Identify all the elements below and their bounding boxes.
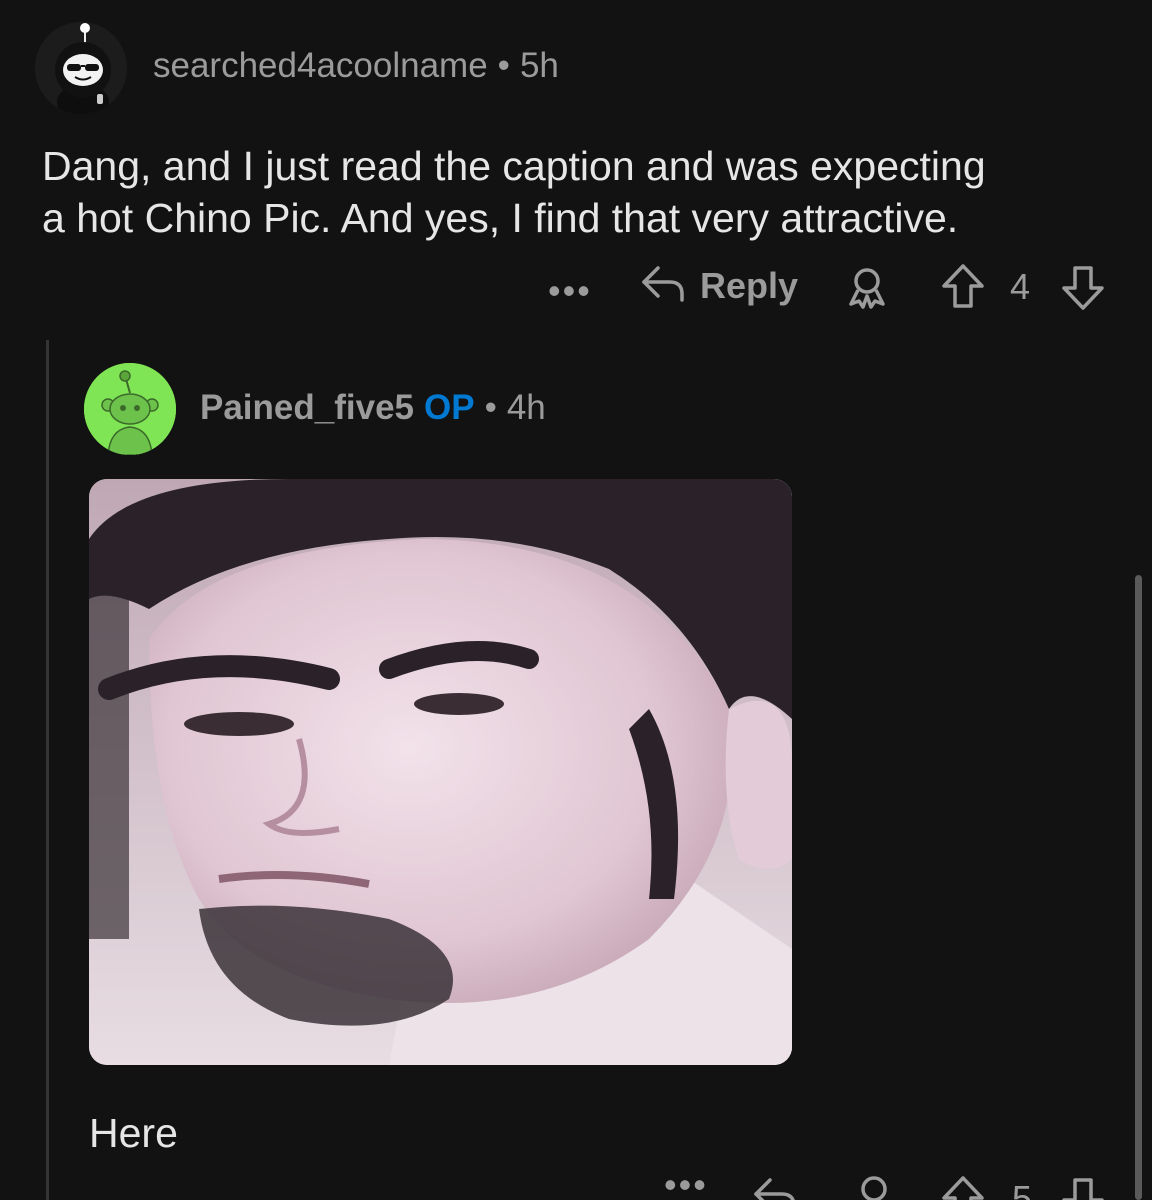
meta-separator: • bbox=[484, 388, 497, 427]
scrollbar[interactable] bbox=[1135, 575, 1142, 1200]
reply-label: Reply bbox=[700, 264, 799, 306]
snoo-sunglasses-avatar-icon bbox=[35, 22, 127, 114]
upvote-icon[interactable] bbox=[940, 1174, 986, 1200]
comment-text-line: a hot Chino Pic. And yes, I find that ve… bbox=[42, 195, 959, 241]
upvote-icon[interactable] bbox=[940, 262, 986, 317]
reply-arrow-icon[interactable] bbox=[752, 1174, 798, 1200]
vote-count: 5 bbox=[1012, 1178, 1033, 1200]
timestamp: 4h bbox=[506, 388, 546, 427]
user-avatar[interactable] bbox=[84, 363, 176, 455]
comment-body: Dang, and I just read the caption and wa… bbox=[42, 140, 1122, 244]
snoo-green-avatar-icon bbox=[84, 363, 176, 455]
downvote-icon[interactable] bbox=[1060, 262, 1106, 317]
reply-arrow-icon bbox=[640, 262, 686, 309]
comment-body: Here bbox=[89, 1110, 178, 1156]
meta-separator: • bbox=[497, 46, 510, 85]
more-options-button[interactable]: ••• bbox=[548, 270, 592, 312]
award-icon[interactable] bbox=[845, 266, 889, 315]
op-badge: OP bbox=[424, 388, 475, 427]
username[interactable]: searched4acoolname bbox=[153, 46, 488, 85]
award-icon[interactable] bbox=[852, 1174, 896, 1200]
user-avatar[interactable] bbox=[35, 22, 127, 114]
comment-meta: Pained_five5 OP • 4h bbox=[200, 388, 546, 428]
timestamp: 5h bbox=[519, 46, 559, 85]
comment-image[interactable] bbox=[89, 479, 792, 1065]
thread-line[interactable] bbox=[46, 340, 49, 1200]
comment-actions: ••• 5 bbox=[0, 1164, 1152, 1200]
comment-meta: searched4acoolname • 5h bbox=[153, 46, 559, 86]
vote-count: 4 bbox=[1010, 266, 1031, 307]
more-options-button[interactable]: ••• bbox=[664, 1164, 708, 1200]
portrait-photo bbox=[89, 479, 792, 1065]
downvote-icon[interactable] bbox=[1060, 1174, 1106, 1200]
reply-button[interactable]: Reply bbox=[640, 262, 798, 309]
username[interactable]: Pained_five5 bbox=[200, 388, 414, 427]
comment-text-line: Dang, and I just read the caption and wa… bbox=[42, 143, 986, 189]
top-comment: searched4acoolname • 5h Dang, and I just r… bbox=[0, 0, 1152, 330]
